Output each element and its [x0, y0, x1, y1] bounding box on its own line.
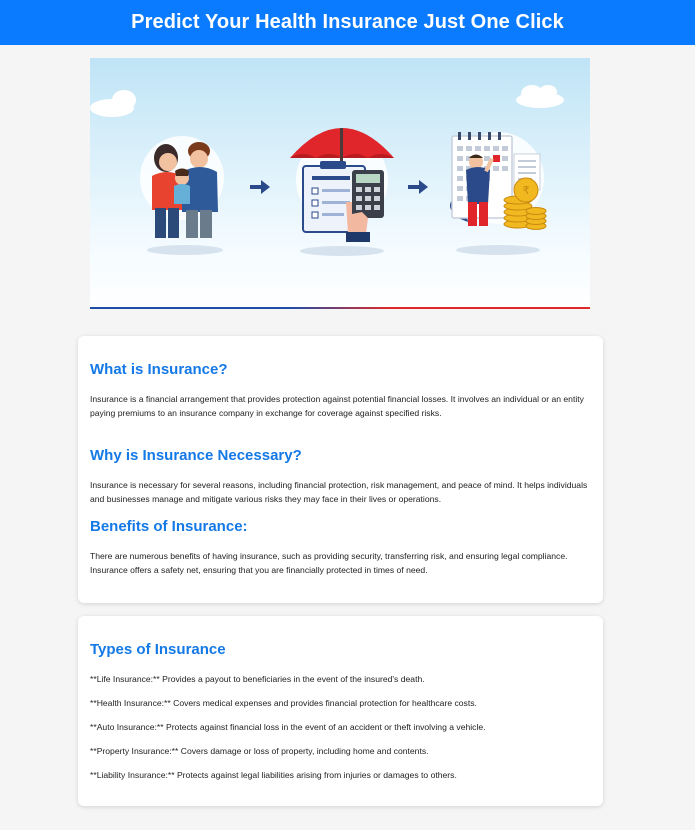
family-icon [140, 136, 224, 238]
page-title: Predict Your Health Insurance Just One C… [131, 11, 564, 33]
info-card: What is Insurance? Insurance is a financ… [78, 336, 603, 603]
hero-divider [90, 307, 590, 309]
header-bar: Predict Your Health Insurance Just One C… [0, 0, 695, 45]
what-heading: What is Insurance? [90, 361, 228, 378]
list-item: **Property Insurance:** Covers damage or… [90, 746, 429, 756]
hero-image: ₹ [90, 58, 590, 309]
calendar-coins-icon: ₹ [450, 132, 547, 230]
why-heading: Why is Insurance Necessary? [90, 447, 302, 464]
hero-illustration: ₹ [90, 85, 564, 256]
svg-text:₹: ₹ [523, 184, 530, 197]
insurance-form-icon [290, 128, 394, 242]
why-text: Insurance is necessary for several reaso… [90, 480, 588, 505]
cloud-icon [90, 85, 564, 117]
what-text: Insurance is a financial arrangement tha… [90, 394, 584, 419]
list-item: **Auto Insurance:** Protects against fin… [90, 722, 486, 732]
benefits-text: There are numerous benefits of having in… [90, 551, 568, 576]
types-heading: Types of Insurance [90, 641, 226, 658]
types-card: Types of Insurance **Life Insurance:** P… [78, 616, 603, 806]
list-item: **Liability Insurance:** Protects agains… [90, 770, 457, 780]
list-item: **Health Insurance:** Covers medical exp… [90, 698, 477, 708]
benefits-heading: Benefits of Insurance: [90, 518, 248, 535]
list-item: **Life Insurance:** Provides a payout to… [90, 674, 425, 684]
